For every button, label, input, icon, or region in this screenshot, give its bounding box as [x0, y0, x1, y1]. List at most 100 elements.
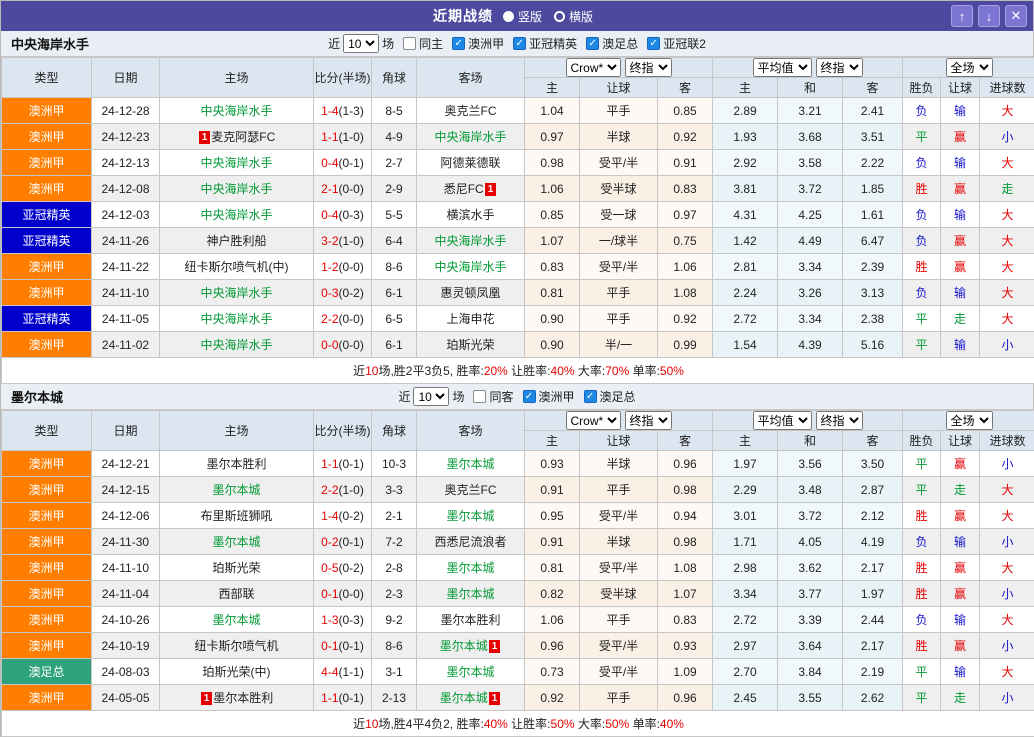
recent-label: 近	[398, 390, 411, 404]
result-goals: 小	[979, 632, 1034, 659]
score-cell: 2-1(0-0)	[313, 175, 372, 202]
final-index-select[interactable]: 终指	[624, 58, 672, 77]
corner-count: 3-1	[371, 658, 417, 685]
team-name-text: 墨尔本胜利	[213, 691, 274, 705]
average-select[interactable]: 平均值	[752, 58, 812, 77]
avg-home: 1.97	[712, 450, 778, 477]
scroll-up-button[interactable]: ↑	[951, 5, 973, 27]
result-goals: 大	[979, 658, 1034, 685]
same-venue-checkbox[interactable]	[473, 390, 487, 403]
halftime-score: (0-0)	[338, 337, 364, 352]
corner-count: 2-1	[371, 502, 417, 529]
league-filter-label: 澳足总	[602, 37, 639, 51]
result-text: 赢	[954, 130, 967, 144]
odds-company-select[interactable]: Crow*	[565, 411, 621, 430]
halftime-score: (1-3)	[338, 103, 364, 118]
odds-home: 0.93	[524, 450, 580, 477]
avg-home: 1.71	[712, 528, 778, 555]
same-venue-checkbox[interactable]	[403, 37, 417, 50]
score-cell: 0-2(0-1)	[313, 528, 372, 555]
result-text: 大	[1001, 260, 1014, 274]
odds-away: 0.92	[657, 123, 713, 150]
vertical-layout-radio[interactable]	[502, 10, 514, 22]
average-select[interactable]: 平均值	[752, 411, 812, 430]
final-index-select[interactable]: 终指	[815, 58, 863, 77]
result-text: 平	[915, 483, 928, 497]
match-row: 澳洲甲 24-11-02 中央海岸水手 0-0(0-0) 6-1 珀斯光荣 0.90 半/一 0…	[1, 331, 1034, 358]
league-filter-checkbox[interactable]: ✓	[522, 390, 536, 403]
result-handicap: 输	[940, 658, 981, 685]
recent-count-select[interactable]: 10	[343, 34, 380, 53]
result-text: 输	[954, 104, 967, 118]
horizontal-layout-label[interactable]: 横版	[569, 8, 593, 25]
league-badge: 澳洲甲	[1, 253, 92, 280]
home-team: 中央海岸水手	[159, 201, 314, 228]
away-team: 墨尔本城	[416, 580, 525, 607]
close-button[interactable]: ✕	[1005, 5, 1027, 27]
league-badge: 澳洲甲	[1, 606, 92, 633]
avg-home: 3.01	[712, 502, 778, 529]
result-text: 胜	[915, 561, 928, 575]
result-text: 负	[915, 535, 928, 549]
summary-segment: 让胜率:	[507, 364, 551, 378]
recent-count-select[interactable]: 10	[413, 387, 450, 406]
odds-handicap: 平手	[579, 684, 658, 711]
result-text: 平	[915, 338, 928, 352]
team-name-text: 奥克兰FC	[444, 483, 497, 497]
result-text: 负	[915, 234, 928, 248]
league-filter-checkbox[interactable]: ✓	[513, 37, 527, 50]
team-section: 中央海岸水手近 10 场同主 ✓ 澳洲甲 ✓ 亚冠精英 ✓ 澳足总 ✓ 亚冠联2 类型 日期 主场 比分(半…	[0, 31, 1034, 384]
match-row: 澳洲甲 24-11-04 西部联 0-1(0-0) 2-3 墨尔本城 0.82 受半球 1.07…	[1, 580, 1034, 607]
result-text: 输	[954, 535, 967, 549]
sub-column-header: 让球	[579, 430, 658, 451]
result-text: 赢	[954, 587, 967, 601]
odds-company-select[interactable]: Crow*	[565, 58, 621, 77]
fulltime-score: 1-1	[321, 456, 339, 471]
result-text: 胜	[915, 639, 928, 653]
corner-count: 8-6	[371, 632, 417, 659]
full-match-select[interactable]: 全场	[945, 58, 993, 77]
odds-handicap: 半/一	[579, 331, 658, 358]
odds-home: 0.96	[524, 632, 580, 659]
final-index-select[interactable]: 终指	[624, 411, 672, 430]
summary-text: 近10场,胜4平4负2, 胜率:40% 让胜率:50% 大率:50% 单率:40…	[0, 710, 1034, 737]
odds-away: 1.06	[657, 253, 713, 280]
summary-segment: 20%	[483, 364, 508, 378]
avg-draw: 3.39	[777, 606, 843, 633]
match-date: 24-10-26	[91, 606, 160, 633]
avg-away: 3.50	[841, 450, 904, 477]
result-text: 大	[1001, 234, 1014, 248]
result-goals: 大	[979, 305, 1034, 332]
result-handicap: 输	[940, 528, 981, 555]
column-header: 主场	[159, 410, 314, 451]
home-team: 布里斯班狮吼	[159, 502, 314, 529]
result-handicap: 赢	[940, 123, 981, 150]
fulltime-score: 1-1	[321, 129, 339, 144]
corner-count: 5-5	[371, 201, 417, 228]
final-index-select[interactable]: 终指	[815, 411, 863, 430]
red-card-badge: 1	[198, 131, 211, 144]
odds-home: 1.07	[524, 227, 580, 254]
full-match-select[interactable]: 全场	[945, 411, 993, 430]
league-filter-checkbox[interactable]: ✓	[586, 37, 600, 50]
summary-segment: 场,胜4平4负2, 胜率:	[378, 717, 484, 731]
fulltime-score: 3-2	[321, 233, 339, 248]
league-filter-label: 澳洲甲	[538, 390, 575, 404]
league-filter-checkbox[interactable]: ✓	[583, 390, 597, 403]
league-filter-checkbox[interactable]: ✓	[647, 37, 661, 50]
team-name-text: 墨尔本城	[446, 561, 495, 575]
odds-handicap: 一/球半	[579, 227, 658, 254]
league-filter-checkbox[interactable]: ✓	[452, 37, 466, 50]
layout-radio-group: 竖版 横版	[502, 8, 601, 25]
horizontal-layout-radio[interactable]	[554, 10, 565, 22]
window-buttons: ↑ ↓ ✕	[951, 5, 1027, 27]
vertical-layout-label[interactable]: 竖版	[518, 8, 542, 25]
score-cell: 4-4(1-1)	[313, 658, 372, 685]
result-text: 大	[1001, 665, 1014, 679]
avg-away: 1.61	[841, 201, 904, 228]
avg-home: 1.42	[712, 227, 778, 254]
column-header: 客场	[416, 410, 525, 451]
sub-column-header: 和	[777, 430, 843, 451]
result-winlose: 胜	[902, 632, 942, 659]
scroll-down-button[interactable]: ↓	[978, 5, 1000, 27]
